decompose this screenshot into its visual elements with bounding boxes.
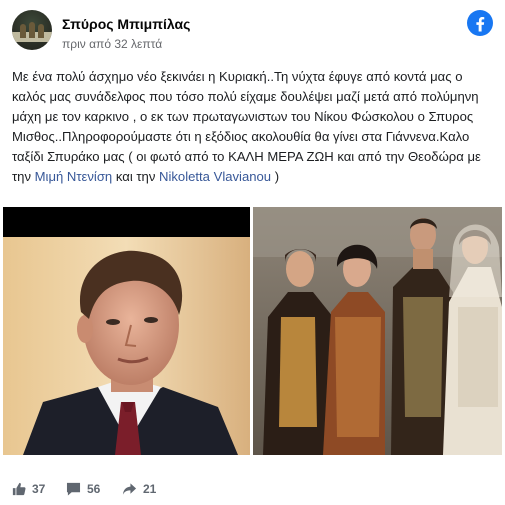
post-text-and: και την bbox=[112, 169, 159, 184]
like-count-item[interactable]: 37 bbox=[12, 478, 45, 500]
share-count: 21 bbox=[143, 482, 157, 496]
mention-link-mimi[interactable]: Μιμή Ντενίση bbox=[35, 169, 113, 184]
author-name[interactable]: Σπύρος Μπιμπίλας bbox=[62, 16, 190, 32]
portrait-photo[interactable] bbox=[3, 207, 250, 455]
comment-icon bbox=[66, 482, 81, 496]
comment-count-item[interactable]: 56 bbox=[66, 478, 100, 500]
comment-count: 56 bbox=[87, 482, 101, 496]
post-timestamp[interactable]: πριν από 32 λεπτά bbox=[62, 37, 162, 51]
post-body-text: Με ένα πολύ άσχημο νέο ξεκινάει η Κυριακ… bbox=[12, 67, 496, 187]
mention-link-nikoletta[interactable]: Nikoletta Vlavianou bbox=[159, 169, 271, 184]
facebook-post-card: Σπύρος Μπιμπίλας πριν από 32 λεπτά Με έν… bbox=[0, 0, 505, 505]
post-stats-bar: 37 56 21 bbox=[12, 478, 492, 500]
group-costume-photo[interactable] bbox=[253, 207, 502, 455]
author-avatar[interactable] bbox=[12, 10, 52, 50]
share-count-item[interactable]: 21 bbox=[122, 478, 156, 500]
like-icon bbox=[12, 482, 26, 496]
like-count: 37 bbox=[32, 482, 46, 496]
post-header: Σπύρος Μπιμπίλας πριν από 32 λεπτά bbox=[10, 8, 495, 58]
post-text-end: ) bbox=[271, 169, 280, 184]
facebook-logo-icon[interactable] bbox=[467, 10, 493, 36]
share-icon bbox=[122, 483, 137, 495]
post-text-main: Με ένα πολύ άσχημο νέο ξεκινάει η Κυριακ… bbox=[12, 69, 481, 184]
